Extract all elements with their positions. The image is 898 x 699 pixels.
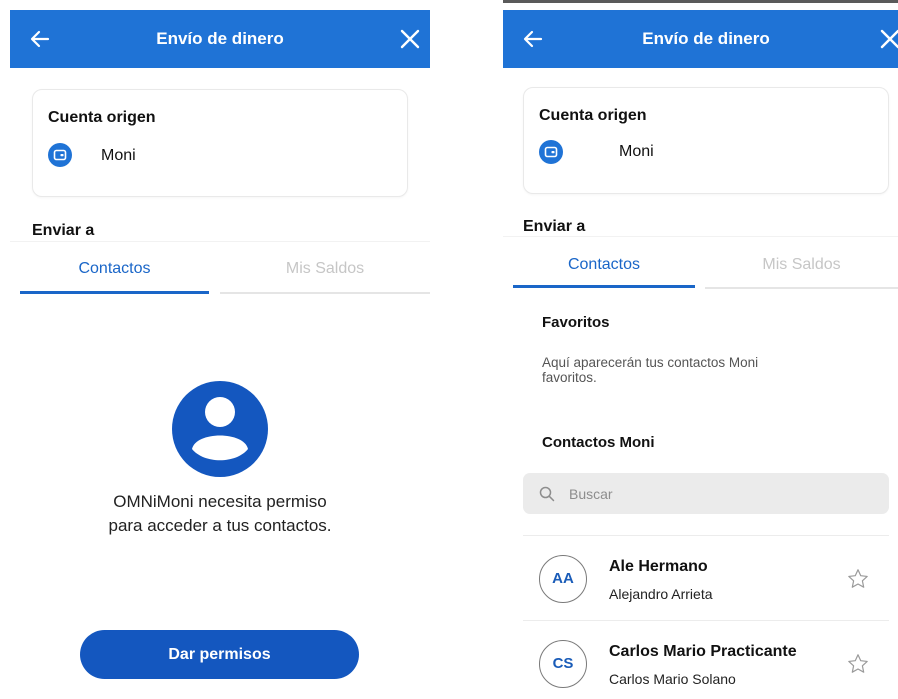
contact-full-name: Alejandro Arrieta [609,586,713,602]
origin-account-title: Cuenta origen [539,107,647,124]
permission-message-line2: para acceder a tus contactos. [108,516,332,535]
contact-name: Ale Hermano [609,558,708,575]
star-outline-icon[interactable] [846,567,870,591]
list-divider [523,535,889,536]
tab-active-indicator [20,291,209,294]
origin-account-name: Moni [619,143,654,160]
tab-contactos[interactable]: Contactos [513,256,695,274]
tab-mis-saldos[interactable]: Mis Saldos [220,260,430,278]
origin-account-title: Cuenta origen [48,109,156,126]
divider [10,241,430,242]
permission-message-line1: OMNiMoni necesita permiso [113,492,327,511]
tab-active-indicator [513,285,695,288]
send-to-label: Enviar a [32,222,95,239]
avatar: CS [539,640,587,688]
origin-account-card: Cuenta origen Moni [523,87,889,194]
origin-account-name: Moni [101,147,136,164]
search-bar[interactable] [523,473,889,514]
tab-mis-saldos[interactable]: Mis Saldos [705,256,898,274]
list-item[interactable]: AA Ale Hermano Alejandro Arrieta [523,537,889,621]
contact-name: Carlos Mario Practicante [609,643,797,660]
user-silhouette-icon [172,381,268,477]
tab-inactive-indicator [220,292,430,294]
search-input[interactable] [569,473,869,514]
divider [503,236,898,237]
list-divider [523,620,889,621]
contacts-heading: Contactos Moni [542,434,655,451]
contacts-screen: Envío de dinero Cuenta origen Moni Envia… [503,0,898,699]
list-item[interactable]: CS Carlos Mario Practicante Carlos Mario… [523,622,889,699]
wallet-icon [539,140,563,164]
page-title: Envío de dinero [156,29,284,48]
close-icon[interactable] [876,25,898,53]
app-header: Envío de dinero [503,10,898,68]
close-icon[interactable] [396,25,424,53]
star-outline-icon[interactable] [846,652,870,676]
grant-permissions-button[interactable]: Dar permisos [80,630,359,679]
wallet-icon [48,143,72,167]
permission-screen: Envío de dinero Cuenta origen Moni Envia… [10,0,430,699]
tab-contactos[interactable]: Contactos [20,260,209,278]
send-to-label: Enviar a [523,218,586,235]
app-header: Envío de dinero [10,10,430,68]
search-icon [539,486,555,502]
contact-full-name: Carlos Mario Solano [609,671,736,687]
favorites-empty-text: Aquí aparecerán tus contactos Moni favor… [542,355,759,385]
origin-account-card: Cuenta origen Moni [32,89,408,197]
favorites-heading: Favoritos [542,314,610,331]
tab-inactive-indicator [705,287,898,289]
page-title: Envío de dinero [642,29,770,48]
avatar: AA [539,555,587,603]
